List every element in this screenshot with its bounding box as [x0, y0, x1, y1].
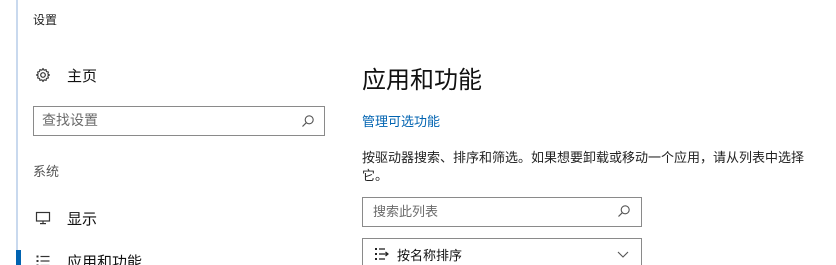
page-title: 应用和功能 [362, 66, 482, 94]
sort-dropdown-label: 按名称排序 [397, 248, 463, 264]
sidebar-item-display[interactable]: 显示 [33, 205, 97, 231]
sidebar-item-apps-features[interactable]: 应用和功能 [33, 248, 142, 265]
search-icon[interactable] [617, 203, 631, 222]
sidebar-section-label: 系统 [33, 165, 60, 180]
app-list-search-input[interactable] [373, 198, 617, 226]
settings-search-box[interactable] [33, 106, 325, 136]
active-indicator [16, 250, 21, 265]
search-icon[interactable] [300, 113, 316, 129]
settings-search-input[interactable] [42, 107, 300, 135]
manage-optional-features-link[interactable]: 管理可选功能 [362, 111, 440, 130]
sidebar-item-display-label: 显示 [67, 209, 98, 228]
settings-window: 设置 主页 系统 显示 [0, 0, 836, 265]
sort-dropdown[interactable]: 按名称排序 [362, 238, 642, 265]
chevron-down-icon [615, 246, 631, 262]
app-list-search-box[interactable] [362, 197, 642, 227]
gear-icon [33, 65, 53, 85]
sidebar-item-home-label: 主页 [67, 66, 98, 85]
sidebar-item-apps-features-label: 应用和功能 [67, 252, 143, 265]
list-icon [33, 251, 53, 265]
sidebar-item-home[interactable]: 主页 [33, 62, 97, 88]
page-description: 按驱动器搜索、排序和筛选。如果想要卸载或移动一个应用，请从列表中选择它。 [362, 151, 805, 184]
window-edge [16, 0, 18, 265]
window-title: 设置 [33, 13, 58, 27]
sort-icon [373, 245, 393, 263]
monitor-icon [33, 208, 53, 228]
